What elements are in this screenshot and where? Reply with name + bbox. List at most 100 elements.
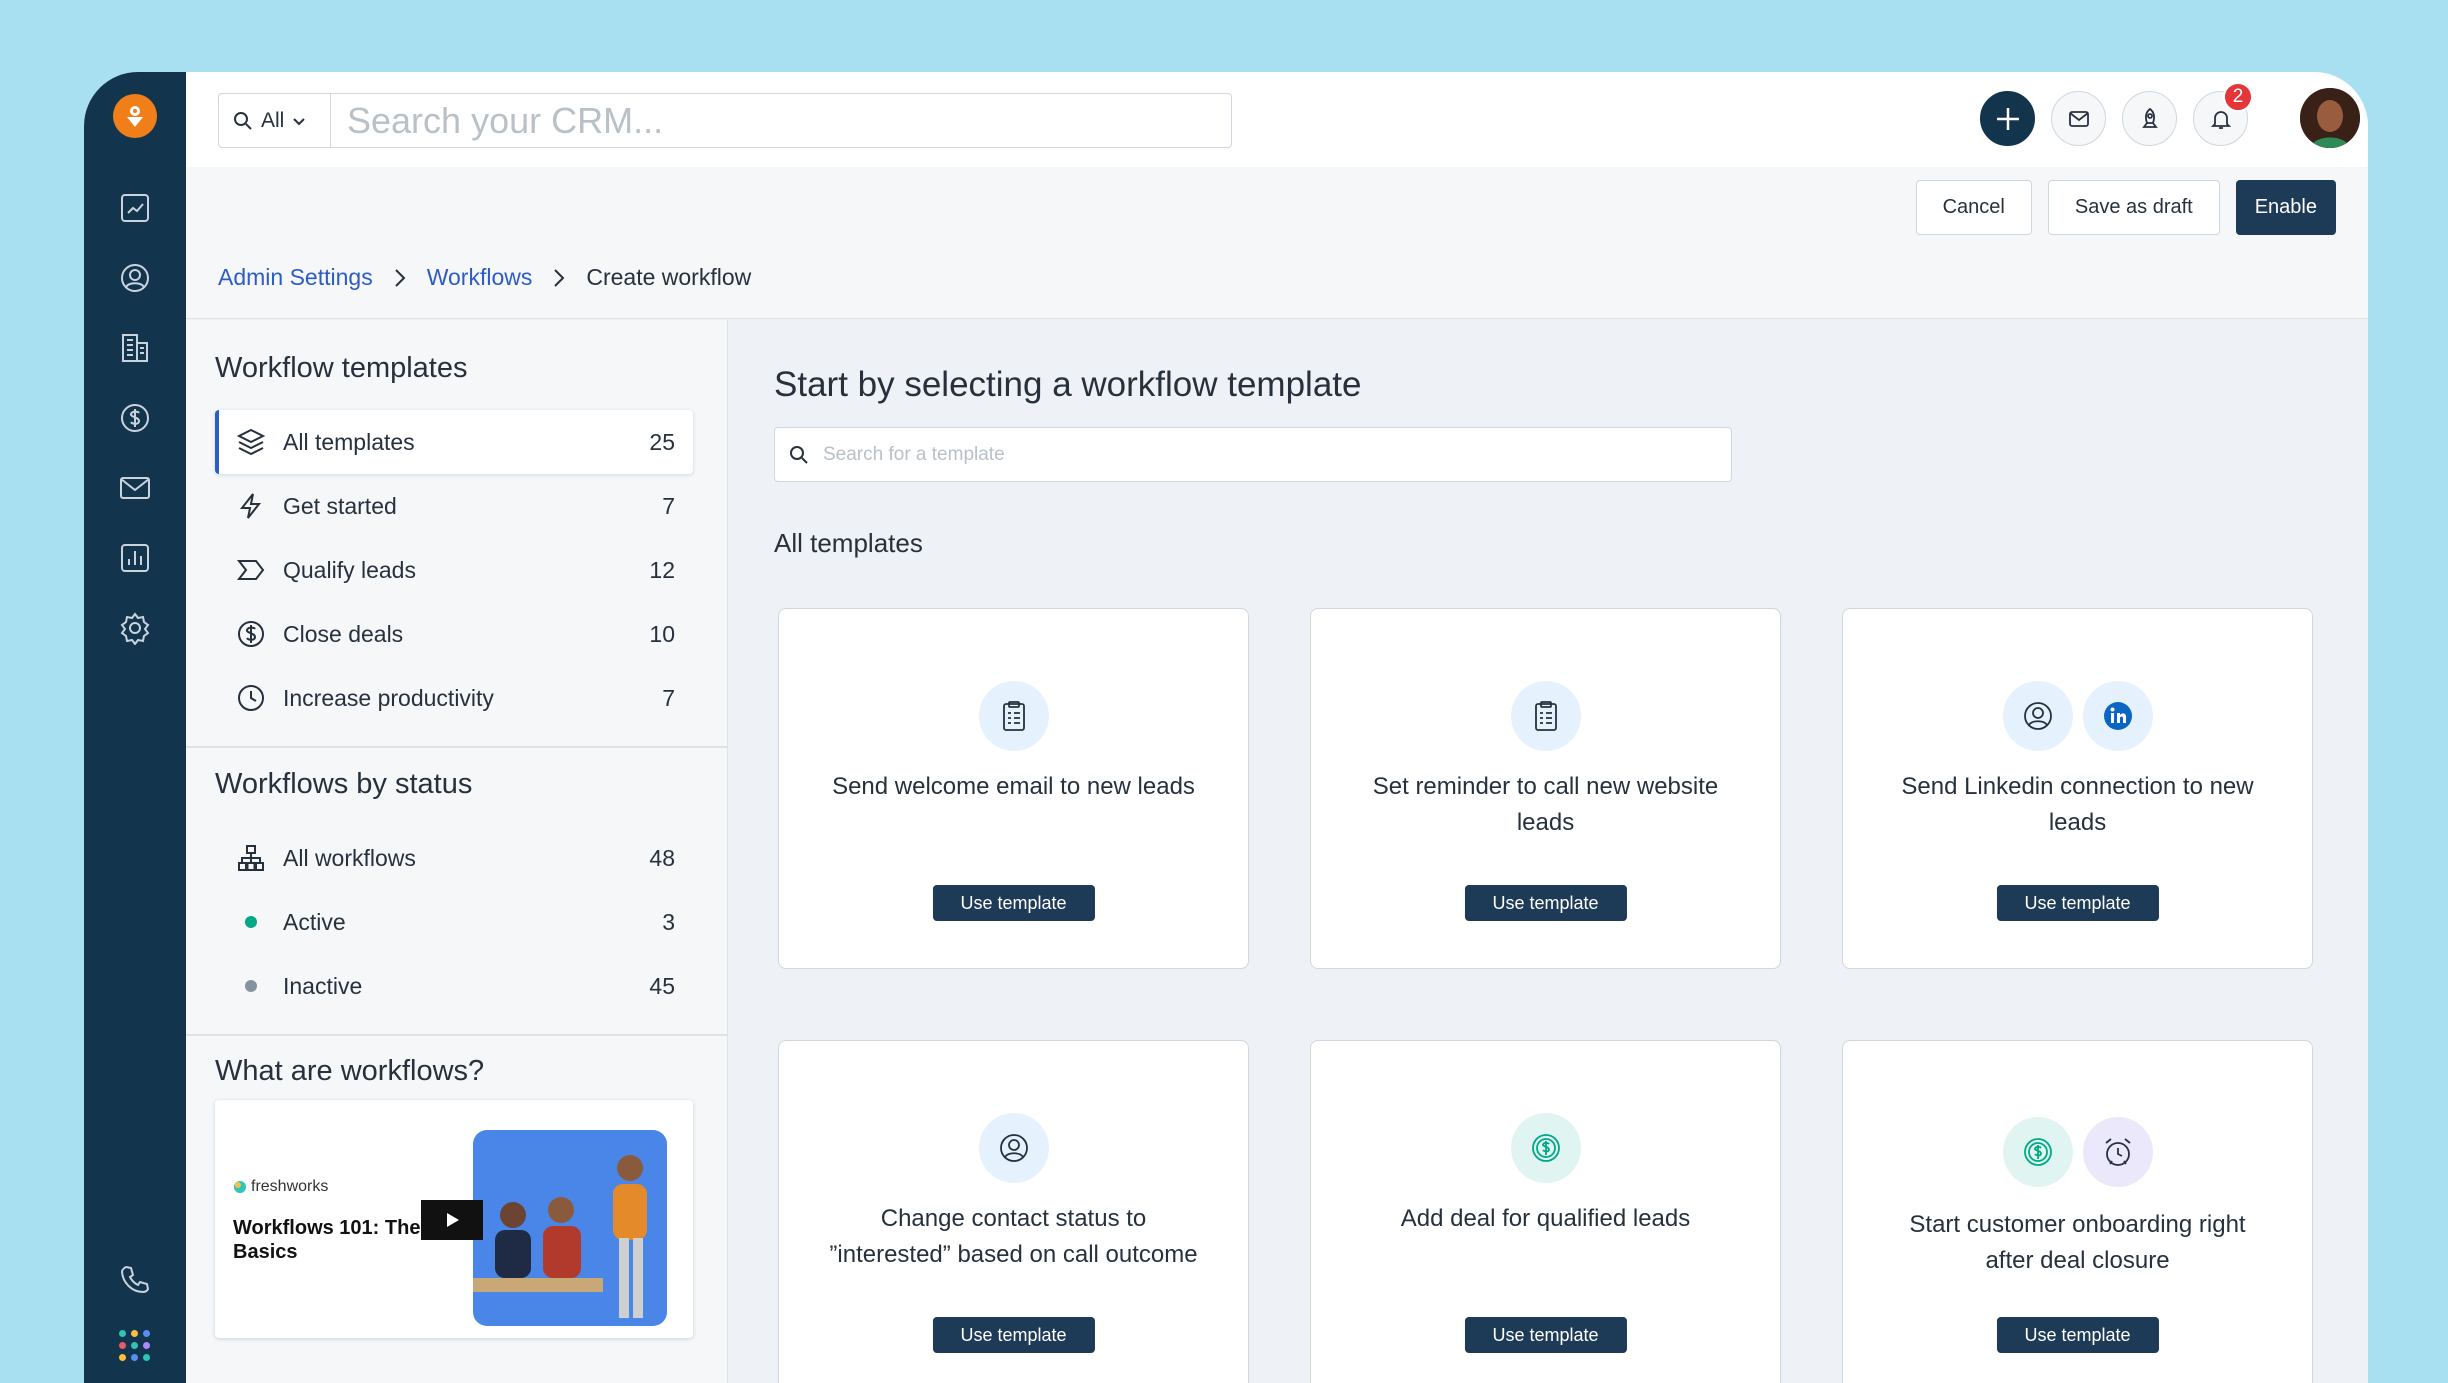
notification-badge: 2 [2223, 82, 2253, 112]
card-title: Add deal for qualified leads [1400, 1205, 1691, 1232]
template-cards: Send welcome email to new leads Use temp… [778, 608, 2313, 1383]
video-thumbnail [473, 1130, 667, 1326]
card-icons [1311, 681, 1780, 751]
use-template-button[interactable]: Use template [1464, 1317, 1627, 1353]
template-card[interactable]: Start customer onboarding right after de… [1842, 1040, 2313, 1383]
filter-label: All templates [283, 428, 415, 455]
use-template-button[interactable]: Use template [1996, 1317, 2159, 1353]
filter-close-deals[interactable]: Close deals 10 [215, 602, 693, 666]
filter-label: Get started [283, 492, 397, 519]
chevron-down-icon [293, 117, 306, 125]
card-icons [1843, 681, 2312, 751]
brand-label: freshworks [251, 1178, 329, 1195]
card-title: Send Linkedin connection to new leads [1901, 773, 2254, 836]
reports-icon[interactable] [117, 540, 153, 576]
section-divider [186, 1034, 727, 1036]
filter-inactive[interactable]: Inactive 45 [215, 954, 693, 1018]
settings-gear-icon[interactable] [117, 610, 153, 646]
filter-active[interactable]: Active 3 [215, 890, 693, 954]
card-icons [1843, 1117, 2312, 1187]
mail-icon [2068, 110, 2089, 127]
accounts-icon[interactable] [117, 330, 153, 366]
template-search-input[interactable] [823, 443, 1731, 466]
deals-icon[interactable] [117, 400, 153, 436]
freshsales-logo-icon[interactable] [113, 94, 157, 138]
template-search [774, 427, 1732, 482]
breadcrumb: Admin Settings Workflows Create workflow [218, 264, 751, 291]
card-title: Start customer onboarding right after de… [1909, 1211, 2246, 1274]
filter-count: 7 [662, 684, 675, 711]
templates-sidebar: Workflow templates All templates 25 Get … [186, 320, 728, 1383]
filter-label: Increase productivity [283, 684, 494, 711]
use-template-button[interactable]: Use template [1996, 885, 2159, 921]
use-template-button[interactable]: Use template [932, 885, 1095, 921]
phone-icon[interactable] [117, 1262, 153, 1298]
clock-icon [235, 682, 267, 714]
app-window: All 2 Admin Settings [84, 72, 2368, 1383]
launch-button[interactable] [2122, 91, 2177, 146]
filter-count: 10 [649, 620, 675, 647]
breadcrumb-admin-settings[interactable]: Admin Settings [218, 264, 373, 291]
template-card[interactable]: Send Linkedin connection to new leads Us… [1842, 608, 2313, 969]
dashboard-icon[interactable] [117, 190, 153, 226]
alarm-icon [2082, 1117, 2153, 1187]
hierarchy-icon [235, 842, 267, 874]
contact-icon [2002, 681, 2073, 751]
template-card[interactable]: Set reminder to call new website leads U… [1310, 608, 1781, 969]
left-nav [84, 72, 186, 1383]
layers-icon [235, 426, 267, 458]
template-card[interactable]: Send welcome email to new leads Use temp… [778, 608, 1249, 969]
global-search-input[interactable] [331, 94, 1231, 147]
play-button[interactable] [421, 1200, 483, 1240]
what-are-workflows-title: What are workflows? [215, 1055, 485, 1087]
cancel-button[interactable]: Cancel [1915, 180, 2032, 235]
enable-button[interactable]: Enable [2235, 180, 2336, 235]
app-switcher-icon[interactable] [119, 1330, 151, 1362]
dollar-icon [235, 618, 267, 650]
filter-count: 7 [662, 492, 675, 519]
user-avatar[interactable] [2300, 88, 2360, 148]
contacts-icon[interactable] [117, 260, 153, 296]
filter-count: 25 [649, 428, 675, 455]
card-title: Set reminder to call new website leads [1372, 773, 1719, 836]
section-divider [186, 746, 727, 748]
use-template-button[interactable]: Use template [932, 1317, 1095, 1353]
notifications-button[interactable]: 2 [2193, 82, 2253, 146]
workflows-video-card[interactable]: freshworks Workflows 101: The Basics [215, 1100, 693, 1338]
filter-all-workflows[interactable]: All workflows 48 [215, 826, 693, 890]
use-template-button[interactable]: Use template [1464, 885, 1627, 921]
play-icon [447, 1213, 459, 1227]
filter-label: Close deals [283, 620, 404, 647]
deal-icon [2002, 1117, 2073, 1187]
filter-label: Active [283, 908, 346, 935]
save-draft-button[interactable]: Save as draft [2047, 180, 2220, 235]
filter-get-started[interactable]: Get started 7 [215, 474, 693, 538]
filter-label: Qualify leads [283, 556, 416, 583]
filter-count: 48 [649, 844, 675, 871]
email-icon[interactable] [117, 470, 153, 506]
card-icons [779, 681, 1248, 751]
filter-count: 3 [662, 908, 675, 935]
card-title: Change contact status to ”interested” ba… [829, 1205, 1198, 1268]
search-icon [790, 445, 808, 464]
global-search: All [218, 93, 1232, 148]
workflow-actions: Cancel Save as draft Enable [1915, 180, 2336, 235]
template-card[interactable]: Add deal for qualified leads Use templat… [1310, 1040, 1781, 1383]
template-card[interactable]: Change contact status to ”interested” ba… [778, 1040, 1249, 1383]
quick-add-button[interactable] [1980, 91, 2035, 146]
breadcrumb-workflows[interactable]: Workflows [427, 264, 533, 291]
chevron-tag-icon [235, 554, 267, 586]
filter-all-templates[interactable]: All templates 25 [215, 410, 693, 474]
search-icon [234, 111, 252, 130]
filter-increase-productivity[interactable]: Increase productivity 7 [215, 666, 693, 730]
breadcrumb-current: Create workflow [586, 264, 752, 290]
filter-label: All workflows [283, 844, 416, 871]
freshworks-brand: freshworks [233, 1178, 328, 1196]
workflow-templates-title: Workflow templates [215, 352, 468, 384]
inbox-button[interactable] [2051, 91, 2106, 146]
template-filter-list: All templates 25 Get started 7 Qualify l… [215, 410, 693, 730]
search-scope-dropdown[interactable]: All [219, 94, 331, 147]
card-title: Send welcome email to new leads [832, 773, 1195, 800]
filter-qualify-leads[interactable]: Qualify leads 12 [215, 538, 693, 602]
filter-count: 45 [649, 972, 675, 999]
